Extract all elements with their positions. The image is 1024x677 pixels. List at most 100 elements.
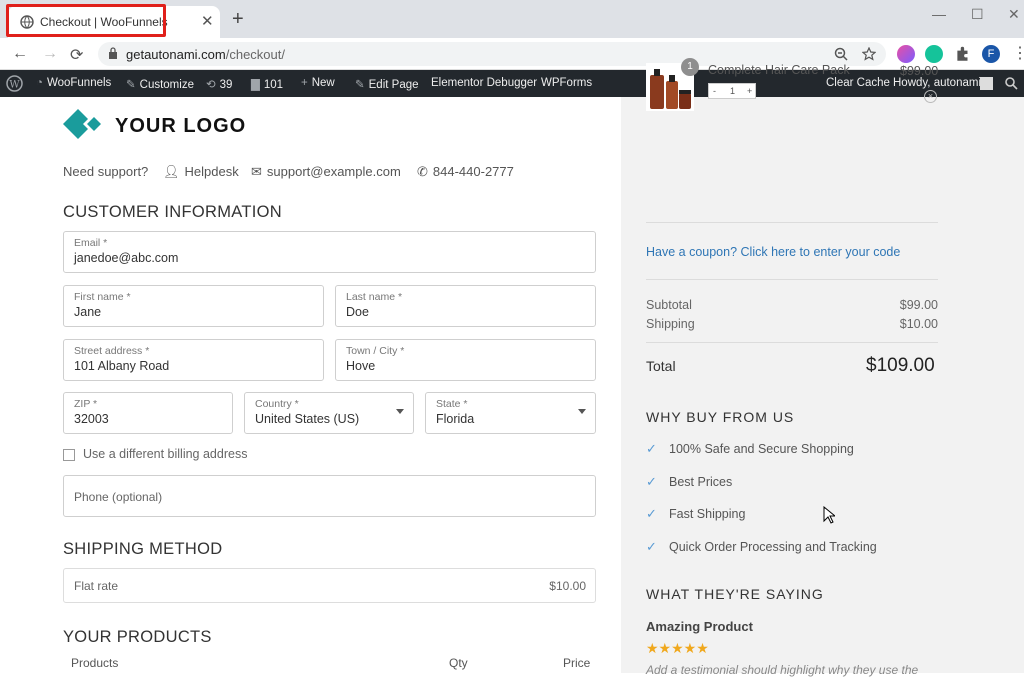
city-field[interactable]: Town / City * Hove [335,339,596,381]
wpbar-clear-cache[interactable]: Clear Cache [826,77,890,89]
qty-increment-button[interactable]: + [747,86,752,96]
different-billing-checkbox[interactable] [63,449,75,461]
brush-icon: ✎ [126,79,136,91]
last-name-field[interactable]: Last name * Doe [335,285,596,327]
zip-field[interactable]: ZIP * 32003 [63,392,233,434]
subtotal-label: Subtotal [646,298,692,312]
extensions-puzzle-icon[interactable] [954,45,972,63]
different-billing-label[interactable]: Use a different billing address [83,447,247,461]
wpbar-item-woofunnels[interactable]: ◔ WooFunnels [36,77,111,89]
support-phone-link[interactable]: ✆ 844-440-2777 [417,164,514,180]
divider [646,279,938,280]
reload-button[interactable]: ⟳ [70,45,83,65]
wpbar-item-label: 101 [263,79,284,91]
first-name-label: First name * [74,291,131,303]
wpbar-item-edit-page[interactable]: ✎ Edit Page [355,77,419,91]
quantity-stepper[interactable]: - 1 + [708,83,756,99]
benefit-label: Best Prices [669,475,733,489]
wp-admin-bar: W ◔ WooFunnels ✎ Customize ⟲ 39 ▇ 101 + New ✎… [0,70,1024,97]
qty-value[interactable]: 1 [730,86,735,96]
products-column-header: Products [71,656,119,670]
state-label: State * [436,398,468,410]
forward-button[interactable]: → [42,45,58,63]
new-tab-button[interactable]: + [232,9,244,29]
helpdesk-label: Helpdesk [184,164,239,179]
zip-label: ZIP * [74,398,98,410]
qty-decrement-button[interactable]: - [713,86,716,96]
shipping-method-price: $10.00 [549,579,586,593]
search-icon[interactable] [1005,77,1018,90]
email-value: janedoe@abc.com [74,251,179,265]
phone-field[interactable]: Phone (optional) [63,475,596,517]
lock-icon [109,47,117,59]
total-value: $109.00 [866,355,935,376]
cart-quantity-badge: 1 [681,58,699,76]
chevron-down-icon [396,409,404,414]
state-select[interactable]: State * Florida [425,392,596,434]
shipping-label: Shipping [646,317,695,331]
support-email-label: support@example.com [266,164,401,179]
your-products-title: YOUR PRODUCTS [63,628,212,646]
checkmark-icon: ✓ [646,441,657,456]
wpbar-item-updates[interactable]: ⟲ 39 [206,77,232,91]
email-label: Email * [74,237,108,249]
updates-icon: ⟲ [206,79,216,91]
divider [646,342,938,343]
minimize-button[interactable]: — [932,6,946,22]
benefit-item: ✓ Quick Order Processing and Tracking [646,539,877,555]
back-button[interactable]: ← [12,45,28,63]
last-name-value: Doe [346,305,369,319]
shipping-option-flat-rate[interactable]: Flat rate $10.00 [63,568,596,603]
extension-color-icon[interactable] [897,45,915,63]
url-text: getautonami.com/checkout/ [126,47,285,62]
remove-item-icon[interactable]: × [924,90,937,103]
wpbar-item-label: WooFunnels [46,77,112,89]
logo-mark-icon [63,109,103,139]
country-select[interactable]: Country * United States (US) [244,392,414,434]
email-field[interactable]: Email * janedoe@abc.com [63,231,596,273]
street-address-field[interactable]: Street address * 101 Albany Road [63,339,324,381]
wpbar-item-label: Edit Page [368,79,419,91]
cart-product-name: Complete Hair Care Pack [708,63,850,77]
support-phone-label: 844-440-2777 [432,164,514,179]
zoom-icon[interactable] [834,47,848,61]
coupon-link[interactable]: Have a coupon? Click here to enter your … [646,245,900,259]
support-prompt: Need support? [63,164,149,179]
maximize-button[interactable]: ☐ [971,6,984,23]
phone-placeholder: Phone (optional) [74,490,163,504]
street-value: 101 Albany Road [74,359,170,373]
city-value: Hove [346,359,376,373]
wpbar-howdy[interactable]: Howdy, autonami [893,77,981,89]
divider [646,222,938,223]
checkout-form-column: YOUR LOGO Need support? 👤︎ Helpdesk ✉ supp… [0,97,621,673]
profile-avatar[interactable]: F [982,45,1000,63]
zip-value: 32003 [74,412,109,426]
tab-close-icon[interactable]: ✕ [201,12,214,30]
wpbar-item-elementor-debugger[interactable]: Elementor Debugger [431,77,537,89]
wpbar-item-wpforms[interactable]: WPForms [541,77,592,89]
rating-stars: ★★★★★ [646,640,709,656]
wpbar-item-label: Customize [139,79,194,91]
cart-product-price: $99.00 [900,64,939,78]
mouse-cursor-icon [823,506,835,524]
country-value: United States (US) [255,412,360,426]
wpbar-item-label: New [311,77,335,89]
wpbar-item-label: 39 [219,79,233,91]
wpbar-item-customize[interactable]: ✎ Customize [126,77,194,91]
first-name-field[interactable]: First name * Jane [63,285,324,327]
wpbar-item-comments[interactable]: ▇ 101 [251,77,283,91]
helpdesk-link[interactable]: 👤︎ Helpdesk [163,164,239,180]
why-buy-title: WHY BUY FROM US [646,409,795,425]
bookmark-star-icon[interactable] [862,47,876,61]
avatar[interactable] [980,77,993,90]
support-email-link[interactable]: ✉ support@example.com [251,164,401,180]
wordpress-logo-icon[interactable]: W [6,75,23,92]
phone-icon: ✆ [417,164,428,179]
price-column-header: Price [563,656,591,670]
close-window-button[interactable]: ✕ [1008,6,1020,23]
grammarly-icon[interactable] [925,45,943,63]
wpbar-item-new[interactable]: + New [301,77,335,89]
review-title: Amazing Product [646,619,753,634]
menu-dots-icon[interactable]: ⋮ [1012,43,1024,63]
checkmark-icon: ✓ [646,539,657,554]
